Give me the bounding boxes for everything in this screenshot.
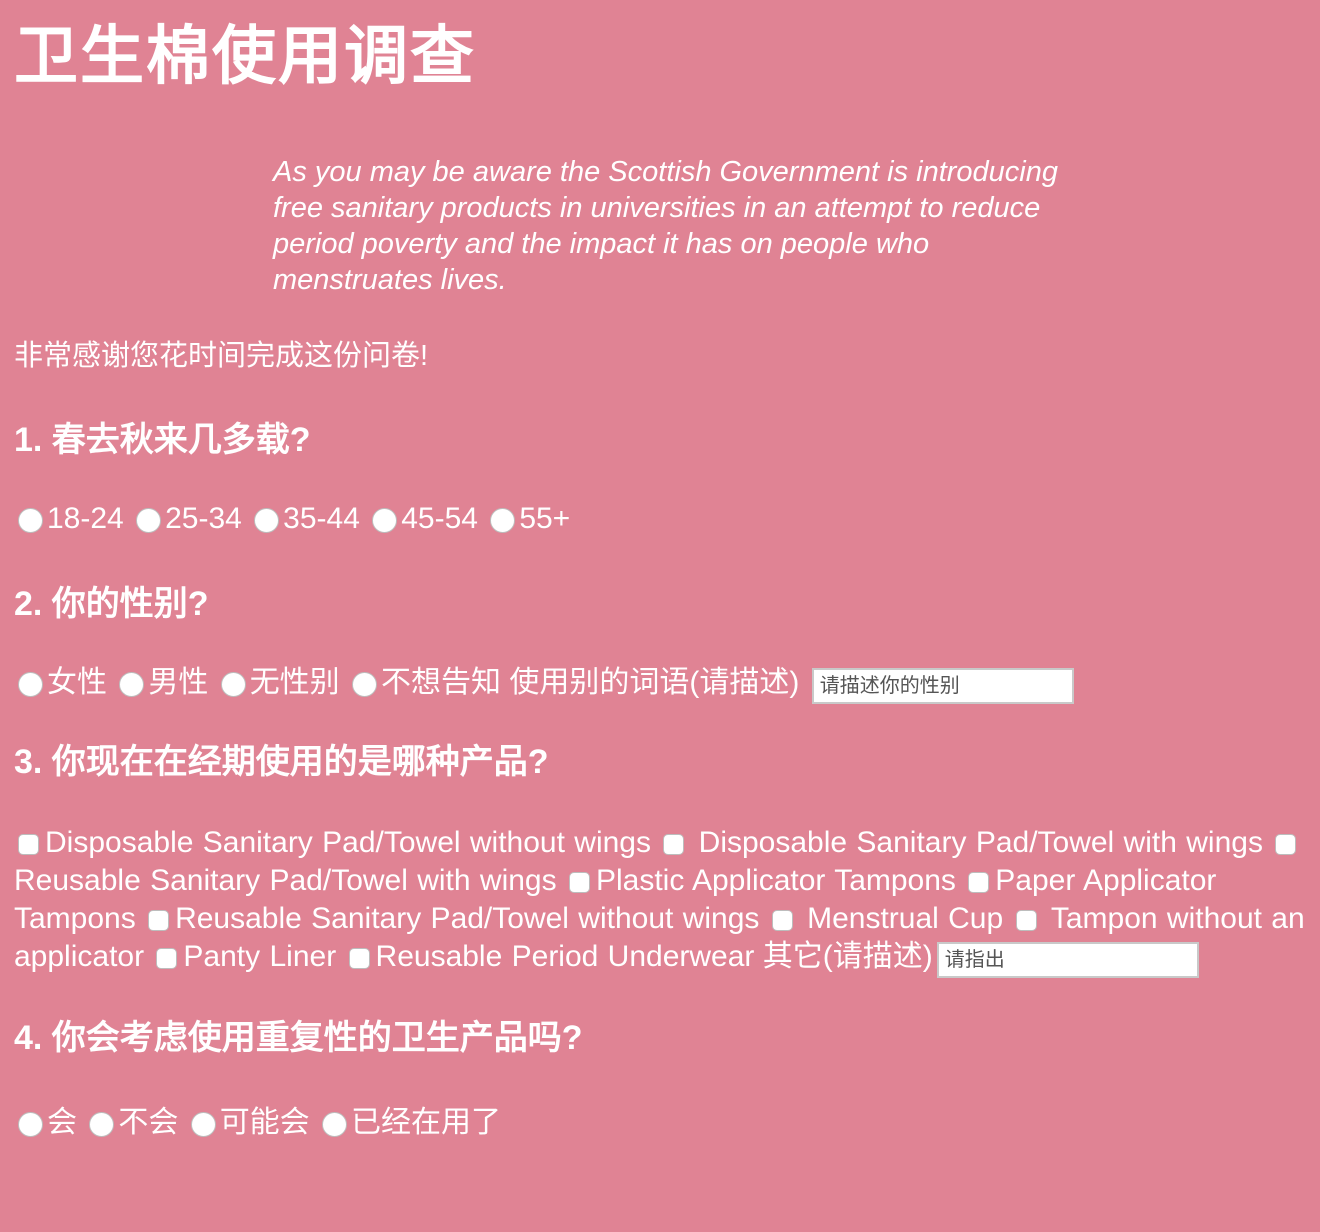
gender-option-male[interactable]: 男性 xyxy=(115,666,208,699)
page-title: 卫生棉使用调查 xyxy=(14,20,476,92)
checkbox[interactable] xyxy=(568,872,590,893)
checkbox[interactable] xyxy=(968,872,990,893)
radio-button[interactable] xyxy=(254,508,280,533)
gender-description-input[interactable]: 请描述你的性别 xyxy=(811,668,1074,704)
question-4-options: 会 不会 可能会 已经在用了 xyxy=(14,1104,1306,1142)
radio-button[interactable] xyxy=(322,1112,348,1137)
gender-option-prefer-not-say[interactable]: 不想告知 xyxy=(348,666,501,699)
reuse-option-yes[interactable]: 会 xyxy=(14,1106,77,1139)
reuse-option-already-using[interactable]: 已经在用了 xyxy=(318,1106,501,1139)
product-option-menstrual-cup[interactable]: Menstrual Cup xyxy=(807,902,1003,935)
radio-button[interactable] xyxy=(190,1112,216,1137)
survey-page: 卫生棉使用调查 As you may be aware the Scottish… xyxy=(0,0,1320,1142)
age-option-18-24[interactable]: 18-24 xyxy=(14,502,124,535)
option-label: 女性 xyxy=(47,666,107,699)
product-option-plastic-applicator-tampons[interactable]: Plastic Applicator Tampons xyxy=(596,864,956,897)
question-2-title: 2. 你的性别? xyxy=(14,585,209,623)
checkbox[interactable] xyxy=(348,948,370,969)
checkbox[interactable] xyxy=(18,834,39,855)
checkbox[interactable] xyxy=(148,910,170,931)
radio-button[interactable] xyxy=(18,508,43,533)
thanks-text: 非常感谢您花时间完成这份问卷! xyxy=(14,340,429,372)
radio-button[interactable] xyxy=(372,508,398,533)
radio-button[interactable] xyxy=(89,1112,115,1137)
radio-button[interactable] xyxy=(352,672,378,697)
question-3-title: 3. 你现在在经期使用的是哪种产品? xyxy=(14,743,549,781)
option-label: 男性 xyxy=(148,666,209,699)
product-other-label: 其它(请描述) xyxy=(762,940,933,973)
product-option-panty-liner[interactable]: Panty Liner xyxy=(183,940,336,973)
intro-text: As you may be aware the Scottish Governm… xyxy=(273,156,1058,296)
radio-button[interactable] xyxy=(220,672,246,697)
checkbox[interactable] xyxy=(771,910,793,931)
radio-button[interactable] xyxy=(18,1112,43,1137)
product-option-reusable-pad-no-wings[interactable]: Reusable Sanitary Pad/Towel without wing… xyxy=(175,902,759,935)
question-2-options: 女性 男性 无性别 不想告知 使用别的词语(请描述) 请描述你的性别 xyxy=(14,664,1306,704)
question-1-options: 18-24 25-34 35-44 45-54 55+ xyxy=(14,500,1306,538)
option-label: 无性别 xyxy=(249,666,340,699)
age-option-45-54[interactable]: 45-54 xyxy=(368,502,478,535)
gender-other-label: 使用别的词语(请描述) xyxy=(509,666,800,699)
radio-button[interactable] xyxy=(490,508,516,533)
option-label: 35-44 xyxy=(283,502,360,535)
question-4-title: 4. 你会考虑使用重复性的卫生产品吗? xyxy=(14,1019,583,1057)
option-label: 不会 xyxy=(118,1106,179,1139)
question-1-title: 1. 春去秋来几多载? xyxy=(14,421,311,459)
radio-button[interactable] xyxy=(18,672,43,697)
option-label: 18-24 xyxy=(47,502,124,535)
reuse-option-maybe[interactable]: 可能会 xyxy=(187,1106,310,1139)
product-option-reusable-pad-wings[interactable]: Reusable Sanitary Pad/Towel with wings xyxy=(14,864,557,897)
age-option-55-plus[interactable]: 55+ xyxy=(486,502,570,535)
product-option-disposable-pad-no-wings[interactable]: Disposable Sanitary Pad/Towel without wi… xyxy=(45,826,651,859)
checkbox[interactable] xyxy=(1015,910,1037,931)
option-label: 不想告知 xyxy=(381,666,502,699)
option-label: 可能会 xyxy=(219,1106,310,1139)
radio-button[interactable] xyxy=(119,672,145,697)
checkbox[interactable] xyxy=(156,948,178,969)
age-option-35-44[interactable]: 35-44 xyxy=(250,502,360,535)
gender-option-female[interactable]: 女性 xyxy=(14,666,107,699)
option-label: 25-34 xyxy=(165,502,242,535)
age-option-25-34[interactable]: 25-34 xyxy=(132,502,242,535)
product-option-disposable-pad-wings[interactable]: Disposable Sanitary Pad/Towel with wings xyxy=(699,826,1263,859)
radio-button[interactable] xyxy=(136,508,162,533)
checkbox[interactable] xyxy=(663,834,685,855)
question-3-options: Disposable Sanitary Pad/Towel without wi… xyxy=(14,824,1306,978)
option-label: 已经在用了 xyxy=(351,1106,502,1139)
product-option-reusable-underwear[interactable]: Reusable Period Underwear xyxy=(376,940,755,973)
option-label: 55+ xyxy=(519,502,571,535)
option-label: 45-54 xyxy=(401,502,478,535)
checkbox[interactable] xyxy=(1275,834,1297,855)
reuse-option-no[interactable]: 不会 xyxy=(85,1106,178,1139)
gender-option-agender[interactable]: 无性别 xyxy=(217,666,340,699)
product-other-input[interactable]: 请指出 xyxy=(936,942,1199,978)
option-label: 会 xyxy=(47,1106,77,1139)
